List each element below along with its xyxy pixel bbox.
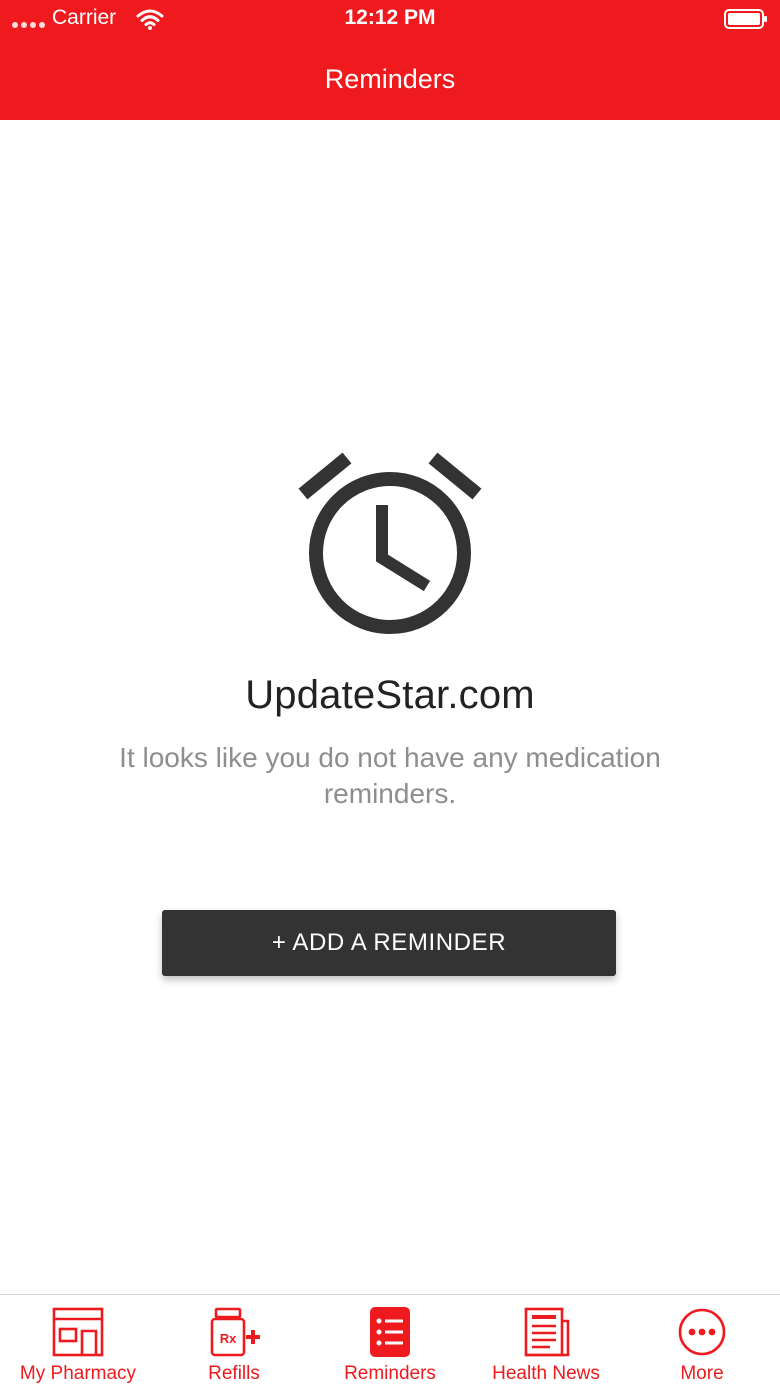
tab-label: Reminders: [344, 1363, 436, 1384]
rx-refill-icon: Rx: [210, 1307, 260, 1357]
tab-label: Health News: [492, 1363, 600, 1384]
pharmacy-store-icon: [52, 1307, 104, 1357]
tab-label: Refills: [208, 1363, 260, 1384]
empty-state-message: It looks like you do not have any medica…: [119, 742, 661, 809]
battery-icon: [724, 9, 767, 29]
status-bar: Carrier 12:12 PM: [0, 0, 780, 40]
svg-text:Rx: Rx: [220, 1331, 237, 1346]
status-time: 12:12 PM: [344, 6, 436, 29]
tab-health-news[interactable]: Health News: [468, 1295, 624, 1387]
empty-state-title: UpdateStar.com: [245, 673, 535, 717]
add-reminder-button[interactable]: + ADD A REMINDER: [162, 910, 616, 976]
reminders-empty-state: UpdateStar.com It looks like you do not …: [0, 120, 780, 1294]
page-title: Reminders: [324, 64, 456, 94]
more-dots-icon: [678, 1308, 726, 1356]
tab-label: More: [680, 1363, 724, 1384]
tab-refills[interactable]: Rx Refills: [156, 1295, 312, 1387]
tab-reminders[interactable]: Reminders: [312, 1295, 468, 1387]
tab-bar: My Pharmacy Rx Refills Reminders Health …: [0, 1294, 780, 1387]
tab-my-pharmacy[interactable]: My Pharmacy: [0, 1295, 156, 1387]
tab-more[interactable]: More: [624, 1295, 780, 1387]
app-header: Carrier 12:12 PM Reminders: [0, 0, 780, 120]
newspaper-icon: [524, 1307, 570, 1357]
alarm-clock-icon: [298, 452, 482, 634]
reminders-list-icon: [370, 1307, 410, 1357]
tab-label: My Pharmacy: [19, 1363, 137, 1384]
